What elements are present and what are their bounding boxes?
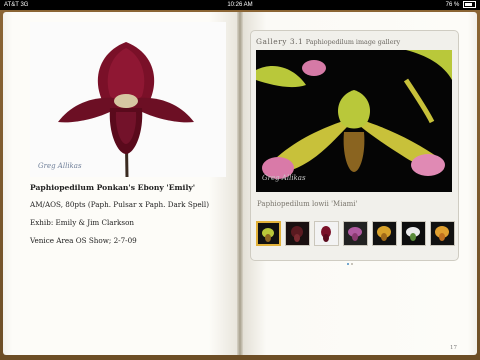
show-line: Venice Area OS Show; 2-7-09 (30, 236, 137, 245)
thumbnail-1[interactable] (256, 221, 281, 246)
thumbnail-2[interactable] (285, 221, 310, 246)
battery-status: 76 % (446, 0, 476, 10)
lowii-illustration: Greg Allikas (256, 50, 452, 192)
thumbnail-5[interactable] (372, 221, 397, 246)
thumbnail-strip[interactable] (256, 221, 456, 247)
orchid-illustration: Greg Allikas (30, 22, 226, 177)
battery-icon (463, 0, 476, 8)
thumbnail-3[interactable] (314, 221, 339, 246)
gallery-label: Gallery 3.1 (256, 37, 304, 46)
award-line: AM/AOS, 80pts (Paph. Pulsar x Paph. Dark… (30, 200, 209, 209)
gallery-heading: Gallery 3.1 Paphiopedilum image gallery (256, 37, 400, 46)
thumbnail-7[interactable] (430, 221, 455, 246)
orchid-title: Paphiopedilum Ponkan's Ebony 'Emily' (30, 183, 196, 192)
page-number: 17 (450, 345, 457, 351)
battery-percent: 76 % (445, 2, 460, 8)
page-dot-1[interactable] (347, 263, 349, 265)
thumbnail-6[interactable] (401, 221, 426, 246)
gallery-signature: Greg Allikas (262, 174, 306, 182)
exhibitor-line: Exhib: Emily & Jim Clarkson (30, 218, 135, 227)
orchid-photo[interactable]: Greg Allikas (30, 22, 226, 177)
gallery-subtitle: Paphiopedilum image gallery (305, 38, 401, 46)
gallery-caption: Paphiopedilum lowii 'Miami' (257, 200, 358, 208)
gallery-main-image[interactable]: Greg Allikas (256, 50, 452, 192)
clock: 10:26 AM (227, 2, 253, 8)
page-dot-2[interactable] (351, 263, 353, 265)
status-bar: AT&T 3G 10:26 AM 76 % (0, 0, 480, 10)
image-gallery-widget[interactable]: Gallery 3.1 Paphiopedilum image gallery … (250, 30, 459, 265)
page-indicator[interactable] (347, 250, 355, 269)
thumbnail-4[interactable] (343, 221, 368, 246)
photo-signature: Greg Allikas (38, 162, 82, 170)
